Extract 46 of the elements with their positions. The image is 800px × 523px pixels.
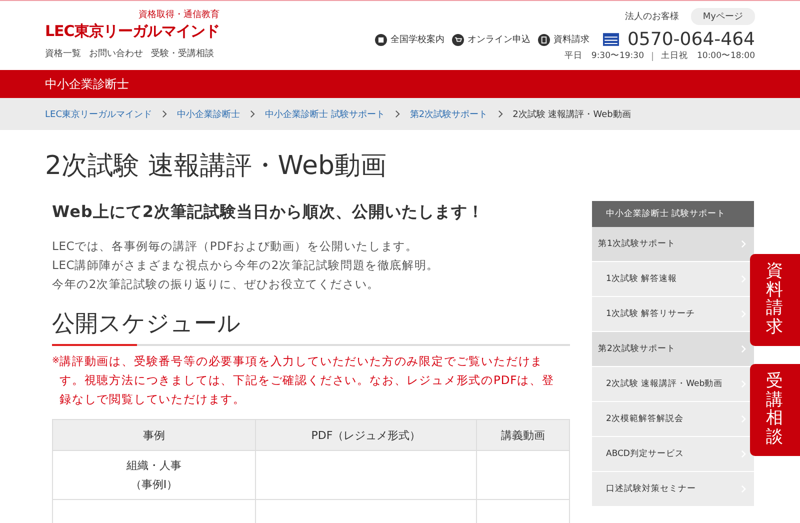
sidebar-group[interactable]: 第2次試験サポート [592, 332, 754, 367]
column-header: PDF（レジュメ形式） [256, 420, 476, 450]
cart-icon [452, 34, 464, 46]
case-name: 組織・人事（事例Ⅰ） [125, 458, 182, 493]
header-link[interactable]: 資格一覧 [45, 47, 81, 60]
breadcrumb-current: 2次試験 速報講評・Web動画 [512, 108, 631, 120]
page-title: 2次試験 速報講評・Web動画 [45, 150, 388, 183]
phone-number: 0570-064-464 [627, 29, 755, 50]
notice-text: 講評動画は、受験番号等の必要事項を入力していただいた方のみ限定でご覧いただけます。視聴方法につきましては、下記をご確認ください。なお、レジュメ形式のPDFは、登録なしで閲覧していただけます。 [60, 353, 556, 408]
phone-icon [603, 33, 620, 46]
column-header: 事例 [52, 420, 256, 450]
intro-text: LEC講師陣がさまざまな視点から今年の2次筆記試験問題を徹底解明。 [52, 257, 440, 274]
business-hours: 平日 9:30〜19:30 [564, 50, 644, 62]
mypage-button[interactable]: Myページ [690, 8, 755, 25]
floating-tab[interactable]: 受講相談 [750, 364, 800, 456]
breadcrumb-link[interactable]: 第2次試験サポート [410, 108, 488, 120]
utility-link[interactable]: 全国学校案内 [375, 33, 444, 46]
column-header: 講義動画 [476, 420, 570, 450]
chevron-icon [250, 110, 255, 118]
tagline: 資格取得・通信教育 [138, 8, 220, 21]
breadcrumb-link[interactable]: LEC東京リーガルマインド [45, 108, 152, 120]
notice-mark: ※ [52, 356, 60, 366]
chevron-icon [162, 110, 167, 118]
breadcrumb-link[interactable]: 中小企業診断士 [177, 108, 240, 120]
document-icon [538, 34, 550, 46]
chevron-icon [394, 110, 400, 118]
breadcrumb-link[interactable]: 中小企業診断士 試験サポート [265, 108, 385, 120]
chevron-icon [741, 240, 746, 248]
chevron-icon [741, 345, 746, 353]
utility-link[interactable]: オンライン申込 [452, 33, 530, 46]
intro-text: LECでは、各事例毎の講評（PDFおよび動画）を公開いたします。 [52, 238, 419, 255]
floating-tab[interactable]: 資料請求 [750, 254, 800, 346]
site-logo[interactable]: LEC東京リーガルマインド [45, 22, 220, 41]
chevron-icon [498, 110, 503, 118]
intro-text: 今年の2次筆記試験の振り返りに、ぜひお役立てください。 [52, 276, 380, 293]
lead-heading: Web上にて2次筆記試験当日から順次、公開いたします！ [52, 202, 486, 223]
business-hours: 土日祝 10:00〜18:00 [661, 50, 755, 62]
section-heading: 公開スケジュール [52, 310, 242, 339]
sidebar-group[interactable]: 第1次試験サポート [592, 227, 754, 262]
building-icon [375, 34, 388, 46]
header-link[interactable]: お問い合わせ [89, 47, 143, 60]
sidebar-title: 中小企業診断士 試験サポート [592, 201, 754, 227]
corporate-link[interactable]: 法人のお客様 [624, 10, 679, 23]
utility-link[interactable]: 資料請求 [538, 33, 590, 46]
category-bar: 中小企業診断士 [0, 70, 800, 98]
header-link[interactable]: 受験・受講相談 [151, 47, 214, 60]
